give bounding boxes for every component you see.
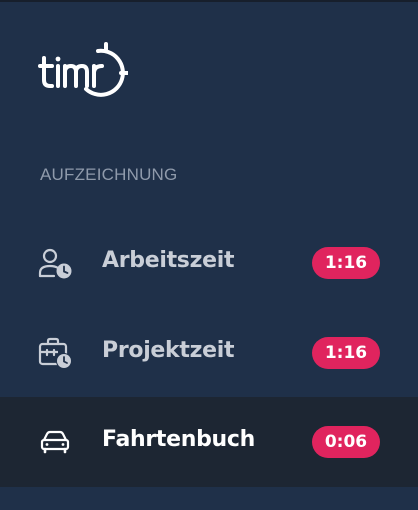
- sidebar-bottom: [0, 487, 418, 510]
- sidebar-item-arbeitszeit[interactable]: Arbeitszeit 1:16: [0, 218, 418, 308]
- sidebar-item-label: Projektzeit: [102, 338, 235, 363]
- user-clock-icon: [38, 246, 74, 280]
- timr-logo[interactable]: [38, 40, 128, 98]
- car-icon: [38, 425, 74, 459]
- sidebar-item-fahrtenbuch[interactable]: Fahrtenbuch 0:06: [0, 397, 418, 487]
- sidebar-item-label: Fahrtenbuch: [102, 427, 256, 452]
- sidebar-item-projektzeit[interactable]: Projektzeit 1:16: [0, 308, 418, 398]
- time-badge: 0:06: [312, 426, 380, 458]
- sidebar-item-label: Arbeitszeit: [102, 248, 235, 273]
- briefcase-clock-icon: [38, 336, 74, 370]
- top-border: [0, 0, 418, 2]
- section-title-aufzeichnung: AUFZEICHNUNG: [40, 165, 178, 184]
- time-badge: 1:16: [312, 337, 380, 369]
- time-badge: 1:16: [312, 247, 380, 279]
